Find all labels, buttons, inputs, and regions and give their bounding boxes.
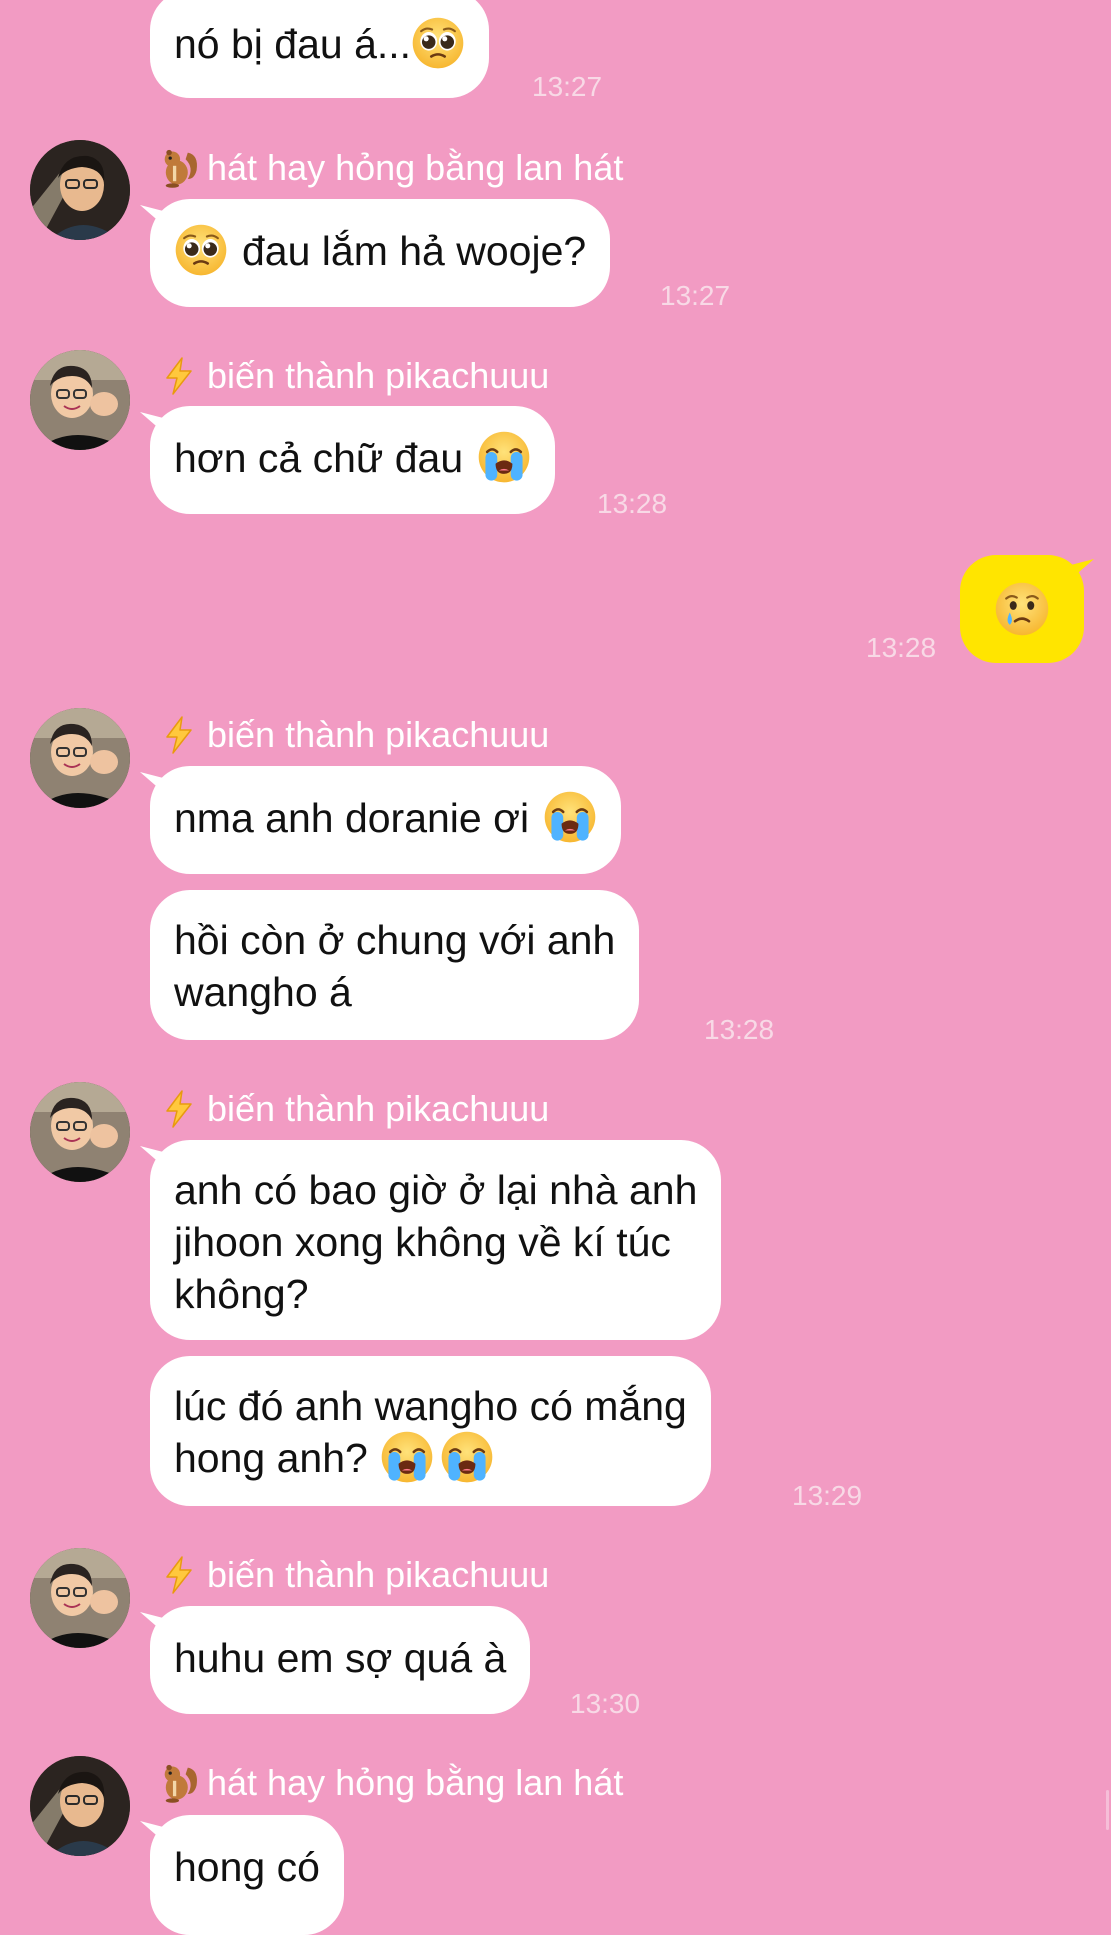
message-bubble[interactable]: hong có [150,1815,344,1935]
message-text-line: hồi còn ở chung với anh [174,917,616,963]
timestamp: 13:28 [866,632,937,663]
timestamp: 13:29 [792,1480,863,1511]
sender-name: hát hay hỏng bằng lan hát [155,145,623,191]
message-bubble[interactable]: nó bị đau á... [150,0,490,98]
avatar-image [30,708,130,808]
timestamp: 13:27 [660,280,731,311]
chipmunk-icon [157,1761,201,1805]
message-bubble[interactable]: anh có bao giờ ở lại nhà anh jihoon xong… [150,1140,722,1340]
message-text-line: anh có bao giờ ở lại nhà anh [174,1167,698,1213]
sender-name: biến thành pikachuuu [155,712,549,758]
message-text-line: wangho á [174,969,352,1015]
own-message-bubble[interactable] [960,555,1084,663]
message-text: hơn cả chữ đau [174,435,464,481]
chipmunk-icon [157,146,201,190]
message-text: hong có [174,1844,320,1890]
message-bubble[interactable]: lúc đó anh wangho có mắng hong anh? [150,1356,711,1506]
timestamp: 13:27 [532,71,603,102]
sender-name: hát hay hỏng bằng lan hát [155,1760,623,1806]
lightning-icon [159,715,199,755]
message-bubble[interactable]: hồi còn ở chung với anh wangho á [150,890,640,1040]
avatar[interactable] [30,1756,130,1856]
sender-name: biến thành pikachuuu [155,353,549,399]
timestamp: 13:28 [597,488,668,519]
loudly-crying-face-icon [477,430,531,484]
message-bubble[interactable]: nma anh doranie ơi [150,766,622,874]
lightning-icon [159,356,199,396]
avatar-image [30,140,130,240]
avatar[interactable] [30,140,130,240]
message-text-line: jihoon xong không về kí túc [174,1219,671,1265]
crying-face-icon [994,581,1050,637]
loudly-crying-face-icon [440,1430,494,1484]
avatar[interactable] [30,708,130,808]
sender-name: biến thành pikachuuu [155,1086,549,1132]
pleading-face-icon [174,223,228,277]
message-text-line: không? [174,1271,309,1317]
pleading-face-icon [411,16,465,70]
message-bubble[interactable]: đau lắm hả wooje? [150,199,611,307]
avatar-image [30,350,130,450]
timestamp: 13:28 [704,1014,775,1045]
scrollbar[interactable] [1106,1790,1109,1830]
loudly-crying-face-icon [380,1430,434,1484]
timestamp: 13:30 [570,1688,641,1719]
sender-name: biến thành pikachuuu [155,1552,549,1598]
message-text: nma anh doranie ơi [174,795,530,841]
message-text: đau lắm hả wooje? [242,228,587,274]
message-bubble[interactable]: huhu em sợ quá à [150,1606,531,1714]
message-bubble[interactable]: hơn cả chữ đau [150,406,556,514]
message-text-line: hong anh? [174,1435,368,1481]
lightning-icon [159,1555,199,1595]
message-text: huhu em sợ quá à [174,1635,507,1681]
lightning-icon [159,1089,199,1129]
avatar[interactable] [30,1082,130,1182]
avatar[interactable] [30,350,130,450]
avatar-image [30,1548,130,1648]
avatar-image [30,1756,130,1856]
message-text: nó bị đau á... [174,21,412,67]
message-text-line: lúc đó anh wangho có mắng [174,1383,687,1429]
avatar[interactable] [30,1548,130,1648]
avatar-image [30,1082,130,1182]
loudly-crying-face-icon [543,790,597,844]
